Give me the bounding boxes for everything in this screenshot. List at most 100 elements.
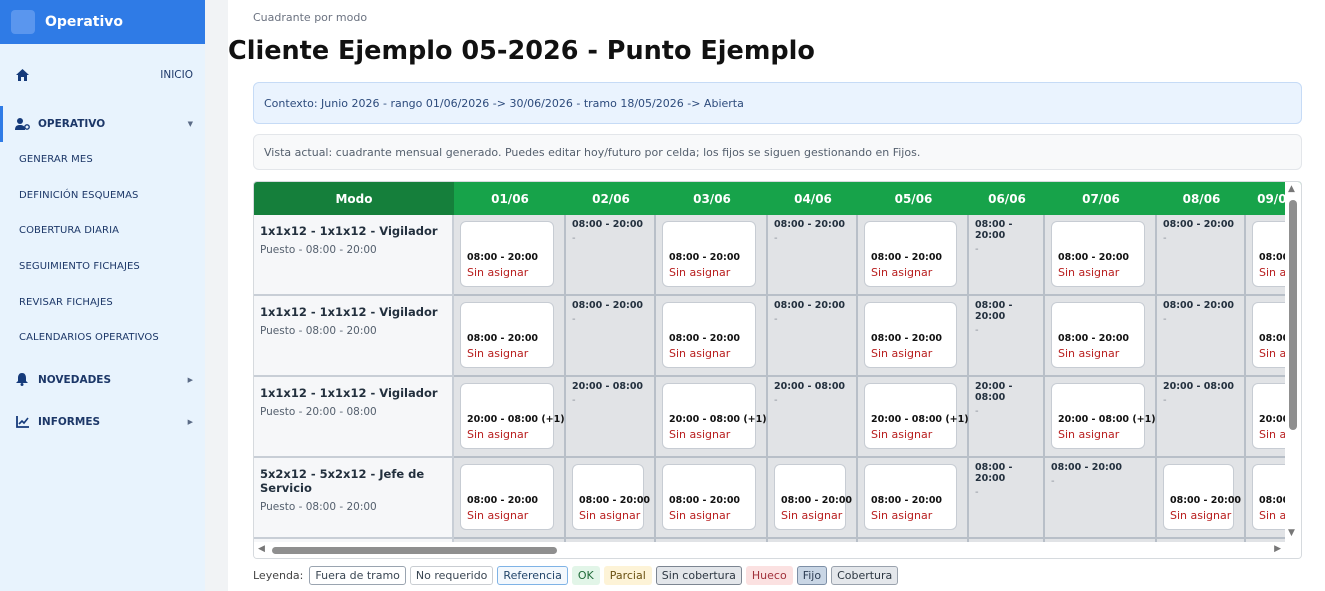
schedule-cell[interactable]: 20:00 - 08:00 - <box>768 377 858 458</box>
scroll-left-icon[interactable]: ◀ <box>258 544 265 554</box>
sidebar-item-inicio[interactable]: INICIO <box>0 44 205 106</box>
schedule-cell[interactable]: 08:00 - 20:00 Sin asignar <box>454 296 566 377</box>
shift-card[interactable]: 08:00 - 20:00 Sin asignar <box>662 302 756 368</box>
shift-empty-marker: - <box>1051 476 1055 487</box>
shift-card[interactable]: 20:00 - 08:00 (+1) Sin asignar <box>864 383 969 449</box>
column-header-modo[interactable]: Modo <box>254 182 454 215</box>
sidebar-item-cobertura-diaria[interactable]: COBERTURA DIARIA <box>0 213 205 249</box>
schedule-cell[interactable]: 08:00 - 20:00 Sin asignar <box>454 215 566 296</box>
schedule-cell[interactable]: 08:00 - 20:00 - <box>768 296 858 377</box>
schedule-cell[interactable]: 08:00 - 20:00 Sin asignar <box>656 458 768 539</box>
vertical-scrollbar[interactable]: ▲ ▼ <box>1285 182 1301 558</box>
column-header-day[interactable]: 04/06 <box>768 182 858 215</box>
column-header-day[interactable]: 06/06 <box>969 182 1045 215</box>
schedule-cell[interactable]: 08:00 - 20:00 Sin asignar <box>1157 458 1246 539</box>
schedule-cell[interactable]: 08:00 - 20:00 Sin asignar <box>656 215 768 296</box>
shift-card[interactable]: 20:00 - 08:00 (+1) Sin asignar <box>1051 383 1156 449</box>
schedule-cell[interactable]: 08:00 - 20:00 Sin asignar <box>858 215 969 296</box>
shift-time: 20:00 - 08:00 (+1) <box>871 414 969 425</box>
shift-time: 08:00 - 20:00 <box>1058 252 1130 263</box>
column-header-day[interactable]: 03/06 <box>656 182 768 215</box>
sidebar-item-calendarios-operativos[interactable]: CALENDARIOS OPERATIVOS <box>0 320 205 356</box>
horizontal-scrollbar[interactable]: ◀ ▶ <box>254 542 1287 558</box>
legend-chip-fijo: Fijo <box>796 566 828 585</box>
schedule-cell[interactable]: 08:00 - 20:00 - <box>1157 215 1246 296</box>
sidebar-item-seguimiento-fichajes[interactable]: SEGUIMIENTO FICHAJES <box>0 249 205 285</box>
shift-card[interactable]: 08:00 - 20:00 Sin asignar <box>1051 221 1145 287</box>
shift-card[interactable]: 08:00 - 20:00 Sin asignar <box>460 302 554 368</box>
row-subtitle: Puesto - 20:00 - 08:00 <box>260 406 377 418</box>
sidebar-item-generar-mes[interactable]: GENERAR MES <box>0 142 205 178</box>
schedule-cell[interactable]: 08:00 - 20:00 Sin asignar <box>1045 296 1157 377</box>
scroll-right-icon[interactable]: ▶ <box>1274 544 1281 554</box>
shift-card[interactable]: 08:00 - 20:00 Sin asignar <box>662 221 756 287</box>
schedule-cell[interactable]: 08:00 - 20:00 - <box>1045 458 1157 539</box>
legend-chip-parcial: Parcial <box>603 566 652 585</box>
row-header: 1x1x12 - 1x1x12 - Vigilador Puesto - 20:0… <box>254 377 454 458</box>
column-header-day[interactable]: 08/06 <box>1157 182 1246 215</box>
brand-title: Operativo <box>45 14 124 30</box>
schedule-cell[interactable]: 08:00 - 20:00 - <box>566 296 656 377</box>
schedule-cell[interactable]: 08:00 - 20:00 - <box>566 215 656 296</box>
row-title: 1x1x12 - 1x1x12 - Vigilador <box>260 305 438 319</box>
context-banner: Contexto: Junio 2026 - rango 01/06/2026 … <box>253 82 1302 124</box>
schedule-cell[interactable]: 08:00 - 20:00 Sin asignar <box>566 458 656 539</box>
shift-time: 08:00 - 20:00 <box>467 495 539 506</box>
schedule-grid: Modo 01/06 02/06 03/06 04/06 05/06 06/06 07/06 0… <box>253 181 1302 559</box>
schedule-cell[interactable]: 20:00 - 08:00 - <box>566 377 656 458</box>
shift-card[interactable]: 08:00 - 20:00 Sin asignar <box>774 464 852 530</box>
shift-card[interactable]: 08:00 - 20:00 Sin asignar <box>1051 302 1145 368</box>
sidebar-section-novedades[interactable]: NOVEDADES ▶ <box>0 362 205 398</box>
shift-card[interactable]: 08:00 - 20:00 Sin asignar <box>460 221 554 287</box>
submenu-operativo: GENERAR MES DEFINICIÓN ESQUEMAS COBERTUR… <box>0 142 205 356</box>
column-header-day[interactable]: 02/06 <box>566 182 656 215</box>
shift-card[interactable]: 20:00 - 08:00 (+1) Sin asignar <box>460 383 565 449</box>
shift-time: 20:00 - 08:00 (+1) <box>669 414 767 425</box>
column-header-day[interactable]: 05/06 <box>858 182 969 215</box>
scroll-down-icon[interactable]: ▼ <box>1288 528 1295 538</box>
column-header-day[interactable]: 07/06 <box>1045 182 1157 215</box>
vertical-scroll-thumb[interactable] <box>1289 200 1297 430</box>
shift-status: Sin asignar <box>579 509 641 522</box>
shift-card[interactable]: 08:00 - 20:00 Sin asignar <box>864 464 957 530</box>
schedule-cell[interactable]: 20:00 - 08:00 (+1) Sin asignar <box>1045 377 1157 458</box>
sidebar-section-informes[interactable]: INFORMES ▶ <box>0 404 205 440</box>
shift-card[interactable]: 20:00 - 08:00 (+1) Sin asignar <box>662 383 767 449</box>
schedule-cell[interactable]: 20:00 - 08:00 - <box>1157 377 1246 458</box>
shift-card[interactable]: 08:00 - 20:00 Sin asignar <box>1163 464 1241 530</box>
sidebar-item-definicion-esquemas[interactable]: DEFINICIÓN ESQUEMAS <box>0 178 205 214</box>
sidebar-item-revisar-fichajes[interactable]: REVISAR FICHAJES <box>0 284 205 320</box>
schedule-cell[interactable]: 08:00 - 20:00 - <box>969 458 1045 539</box>
shift-empty-marker: - <box>1163 395 1167 406</box>
shift-card[interactable]: 08:00 - 20:00 Sin asignar <box>662 464 756 530</box>
scroll-up-icon[interactable]: ▲ <box>1288 184 1295 194</box>
shift-card[interactable]: 08:00 - 20:00 Sin asignar <box>460 464 554 530</box>
row-title: 1x1x12 - 1x1x12 - Vigilador <box>260 224 438 238</box>
schedule-cell[interactable]: 20:00 - 08:00 (+1) Sin asignar <box>858 377 969 458</box>
schedule-cell[interactable]: 08:00 - 20:00 - <box>768 215 858 296</box>
sidebar-section-operativo[interactable]: OPERATIVO ▼ <box>0 106 205 142</box>
schedule-cell[interactable]: 20:00 - 08:00 (+1) Sin asignar <box>656 377 768 458</box>
schedule-cell[interactable]: 08:00 - 20:00 Sin asignar <box>858 458 969 539</box>
schedule-cell[interactable]: 08:00 - 20:00 Sin asignar <box>858 296 969 377</box>
schedule-cell[interactable]: 08:00 - 20:00 - <box>1157 296 1246 377</box>
schedule-cell[interactable]: 08:00 - 20:00 Sin asignar <box>768 458 858 539</box>
legend-chip-no-requerido: No requerido <box>409 566 494 585</box>
shift-empty-marker: - <box>572 395 576 406</box>
schedule-cell[interactable]: 08:00 - 20:00 - <box>969 215 1045 296</box>
shift-card[interactable]: 08:00 - 20:00 Sin asignar <box>864 302 957 368</box>
shift-empty-marker: - <box>774 314 778 325</box>
schedule-cell[interactable]: 08:00 - 20:00 - <box>969 296 1045 377</box>
shift-time: 08:00 - 20:00 <box>572 300 644 311</box>
schedule-cell[interactable]: 08:00 - 20:00 Sin asignar <box>1045 215 1157 296</box>
schedule-cell[interactable]: 20:00 - 08:00 (+1) Sin asignar <box>454 377 566 458</box>
schedule-cell[interactable]: 20:00 - 08:00 - <box>969 377 1045 458</box>
shift-card[interactable]: 08:00 - 20:00 Sin asignar <box>864 221 957 287</box>
schedule-cell[interactable]: 08:00 - 20:00 Sin asignar <box>454 458 566 539</box>
column-header-day[interactable]: 01/06 <box>454 182 566 215</box>
row-subtitle: Puesto - 08:00 - 20:00 <box>260 325 377 337</box>
shift-card[interactable]: 08:00 - 20:00 Sin asignar <box>572 464 650 530</box>
schedule-cell[interactable]: 08:00 - 20:00 Sin asignar <box>656 296 768 377</box>
horizontal-scroll-thumb[interactable] <box>272 547 557 554</box>
sidebar-brand[interactable]: Operativo <box>0 0 205 44</box>
